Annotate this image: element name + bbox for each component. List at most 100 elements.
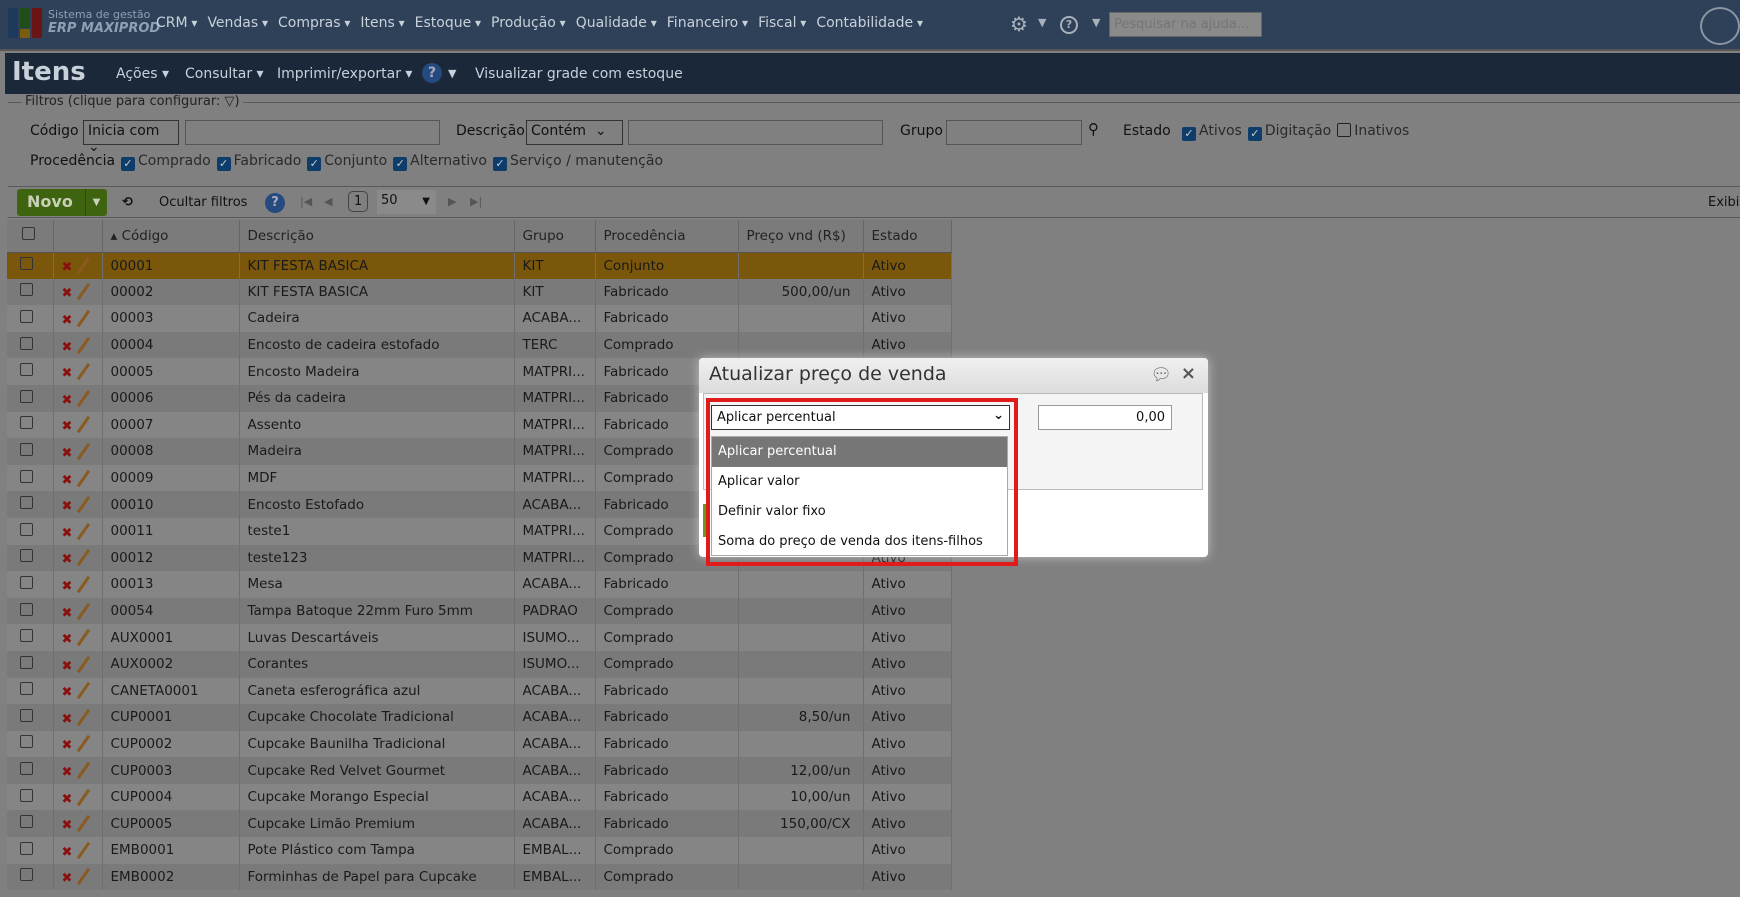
delete-icon[interactable]: ✖ (62, 685, 73, 700)
edit-pencil-icon[interactable] (77, 655, 91, 673)
table-row[interactable]: ✖ CUP0004 Cupcake Morango Especial ACABA...… (7, 783, 952, 811)
checked-checkbox-icon[interactable]: ✓ (393, 157, 408, 171)
row-checkbox[interactable] (7, 810, 54, 838)
checkbox-inativos[interactable]: Inativos (1337, 123, 1409, 139)
row-checkbox[interactable] (7, 491, 54, 518)
checkbox-fabricado[interactable]: ✓ Fabricado (216, 153, 301, 171)
nav-item-estoque[interactable]: Estoque (415, 15, 481, 31)
checked-checkbox-icon[interactable]: ✓ (1182, 127, 1196, 141)
delete-icon[interactable]: ✖ (62, 499, 73, 514)
table-row[interactable]: ✖ CUP0005 Cupcake Limão Premium ACABA... Fab… (7, 810, 952, 838)
logo-icon[interactable] (8, 8, 44, 38)
unchecked-checkbox-icon[interactable] (1337, 123, 1352, 137)
checked-checkbox-icon[interactable]: ✓ (492, 157, 507, 171)
row-checkbox[interactable] (7, 677, 54, 705)
filters-legend[interactable]: Filtros (clique para configurar: ▽) (22, 94, 243, 109)
checkbox-ativos[interactable]: ✓ Ativos (1182, 123, 1242, 141)
delete-icon[interactable]: ✖ (62, 738, 73, 753)
delete-icon[interactable]: ✖ (62, 659, 73, 674)
table-row[interactable]: ✖ 00003 Cadeira ACABA... Fabricado Ativo (7, 305, 952, 332)
delete-icon[interactable]: ✖ (62, 393, 73, 408)
edit-pencil-icon[interactable] (77, 602, 91, 620)
edit-pencil-icon[interactable] (77, 283, 91, 301)
table-row[interactable]: ✖ CUP0003 Cupcake Red Velvet Gourmet ACABA.… (7, 757, 952, 784)
descricao-input[interactable] (628, 120, 883, 145)
table-row[interactable]: ✖ 00013 Mesa ACABA... Fabricado Ativo (7, 571, 952, 598)
table-row[interactable]: ✖ AUX0001 Luvas Descartáveis ISUMO... Compra… (7, 624, 952, 651)
search-icon[interactable]: ⚲ (1088, 120, 1099, 138)
column-procedencia[interactable]: Procedência (595, 220, 739, 253)
delete-icon[interactable]: ✖ (62, 792, 73, 807)
delete-icon[interactable]: ✖ (62, 366, 73, 381)
row-checkbox[interactable] (7, 571, 54, 598)
delete-icon[interactable]: ✖ (62, 552, 73, 567)
chevron-down-icon[interactable]: ▼ (1092, 16, 1100, 29)
row-checkbox[interactable] (7, 358, 54, 385)
prev-page-icon[interactable]: ◀ (324, 195, 332, 208)
edit-pencil-icon[interactable] (77, 628, 91, 647)
delete-icon[interactable]: ✖ (62, 313, 73, 328)
actions-menu[interactable]: Ações ▾ (116, 66, 169, 82)
row-checkbox[interactable] (7, 464, 54, 492)
edit-pencil-icon[interactable] (77, 256, 91, 275)
row-checkbox[interactable] (7, 837, 54, 864)
edit-pencil-icon[interactable] (77, 708, 91, 727)
checkbox-digitação[interactable]: ✓ Digitação (1247, 123, 1331, 141)
delete-icon[interactable]: ✖ (62, 712, 73, 727)
close-icon[interactable]: × (1181, 363, 1196, 384)
column-estado[interactable]: Estado (863, 220, 952, 253)
next-page-icon[interactable]: ▶ (448, 195, 456, 208)
stock-grid-link[interactable]: Visualizar grade com estoque (475, 66, 683, 82)
edit-pencil-icon[interactable] (77, 868, 91, 886)
row-checkbox[interactable] (7, 544, 54, 572)
row-checkbox[interactable] (7, 305, 54, 332)
row-checkbox[interactable] (7, 757, 54, 784)
refresh-icon[interactable]: ⟲ (122, 195, 133, 210)
edit-pencil-icon[interactable] (77, 815, 91, 833)
delete-icon[interactable]: ✖ (62, 286, 73, 301)
delete-icon[interactable]: ✖ (62, 632, 73, 647)
descricao-operator-select[interactable]: Contém ⌄ (526, 120, 623, 145)
delete-icon[interactable]: ✖ (62, 260, 73, 275)
table-row[interactable]: ✖ CUP0001 Cupcake Chocolate Tradicional ACA… (7, 704, 952, 731)
edit-pencil-icon[interactable] (77, 735, 91, 753)
edit-pencil-icon[interactable] (77, 336, 91, 354)
filter-icon[interactable]: ▽ (224, 94, 234, 109)
checkbox-alternativo[interactable]: ✓ Alternativo (393, 153, 487, 171)
help-icon[interactable]: ? (422, 63, 442, 83)
edit-pencil-icon[interactable] (77, 469, 91, 487)
column-codigo[interactable]: ▴ Código (102, 220, 240, 253)
nav-item-vendas[interactable]: Vendas (207, 15, 268, 31)
nav-item-compras[interactable]: Compras (278, 15, 350, 31)
hide-filters-button[interactable]: Ocultar filtros (159, 195, 247, 210)
delete-icon[interactable]: ✖ (62, 579, 73, 594)
nav-item-contabilidade[interactable]: Contabilidade (816, 15, 923, 31)
row-checkbox[interactable] (7, 597, 54, 625)
checked-checkbox-icon[interactable]: ✓ (216, 157, 231, 171)
edit-pencil-icon[interactable] (77, 575, 91, 594)
edit-pencil-icon[interactable] (77, 682, 91, 700)
edit-pencil-icon[interactable] (77, 841, 91, 860)
nav-item-financeiro[interactable]: Financeiro (667, 15, 748, 31)
delete-icon[interactable]: ✖ (62, 818, 73, 833)
row-checkbox[interactable] (7, 411, 54, 439)
new-button[interactable]: Novo ▼ (17, 189, 107, 216)
row-checkbox[interactable] (7, 384, 54, 412)
first-page-icon[interactable]: |◀ (300, 195, 312, 208)
help-search-input[interactable] (1109, 12, 1262, 37)
edit-pencil-icon[interactable] (77, 442, 91, 461)
column-grupo[interactable]: Grupo (514, 220, 596, 253)
gear-icon[interactable]: ⚙ (1010, 12, 1028, 36)
edit-pencil-icon[interactable] (77, 495, 91, 514)
row-checkbox[interactable] (7, 517, 54, 545)
delete-icon[interactable]: ✖ (62, 446, 73, 461)
chevron-down-icon[interactable]: ▼ (1038, 16, 1046, 29)
row-checkbox[interactable] (7, 624, 54, 651)
page-size-select[interactable]: 50 ▼ (377, 190, 436, 214)
new-dropdown-icon[interactable]: ▼ (85, 189, 107, 216)
grupo-input[interactable] (946, 120, 1082, 145)
row-checkbox[interactable] (7, 650, 54, 678)
checkbox-comprado[interactable]: ✓ Comprado (121, 153, 211, 171)
nav-item-qualidade[interactable]: Qualidade (576, 15, 657, 31)
edit-pencil-icon[interactable] (77, 389, 91, 407)
